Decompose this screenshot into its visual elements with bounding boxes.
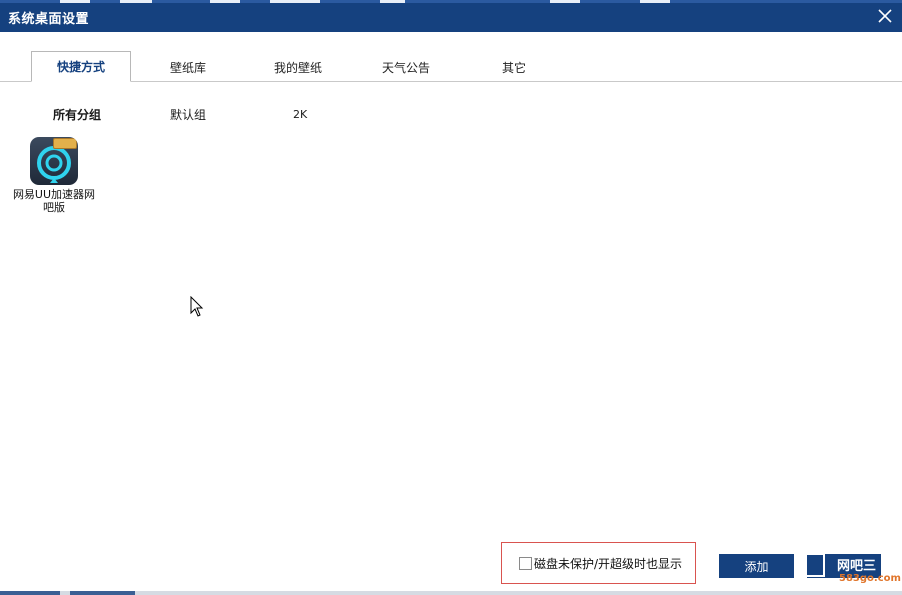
watermark-top-text: 网吧三 — [837, 559, 877, 574]
site-watermark: 网吧三 583go.com — [805, 553, 901, 587]
title-bar: 系统桌面设置 — [0, 0, 902, 32]
close-icon — [878, 9, 892, 23]
uu-accelerator-icon — [30, 137, 78, 185]
shortcut-tile[interactable]: 网易UU加速器网吧版 — [8, 137, 100, 219]
show-when-unprotected-label[interactable]: 磁盘未保护/开超级时也显示 — [534, 555, 682, 572]
group-filter-row: 所有分组 默认组 2K — [0, 106, 902, 126]
show-when-unprotected-option: 磁盘未保护/开超级时也显示 — [501, 542, 696, 584]
bottom-taskbar-strip — [0, 591, 902, 595]
filter-default-group[interactable]: 默认组 — [170, 106, 206, 123]
window-title: 系统桌面设置 — [8, 12, 90, 27]
mouse-cursor-icon — [190, 296, 204, 317]
tab-shortcuts[interactable]: 快捷方式 — [31, 51, 131, 82]
tab-wallpaper-library[interactable]: 壁纸库 — [150, 52, 226, 82]
taskbar-strip — [0, 0, 902, 3]
tab-weather-notice[interactable]: 天气公告 — [366, 52, 446, 82]
filter-size[interactable]: 2K — [293, 108, 307, 121]
net-cafe-badge — [53, 138, 77, 149]
shortcut-label: 网易UU加速器网吧版 — [12, 188, 96, 214]
show-when-unprotected-checkbox[interactable] — [519, 556, 532, 570]
add-button[interactable]: 添加 — [719, 554, 794, 578]
watermark-bottom-text: 583go.com — [839, 573, 901, 584]
filter-all-groups[interactable]: 所有分组 — [53, 106, 101, 123]
watermark-logo-icon — [805, 553, 825, 577]
tab-bar: 快捷方式 壁纸库 我的壁纸 天气公告 其它 — [0, 32, 902, 82]
close-button[interactable] — [874, 5, 896, 27]
tab-my-wallpapers[interactable]: 我的壁纸 — [258, 52, 338, 82]
tab-other[interactable]: 其它 — [484, 52, 544, 82]
